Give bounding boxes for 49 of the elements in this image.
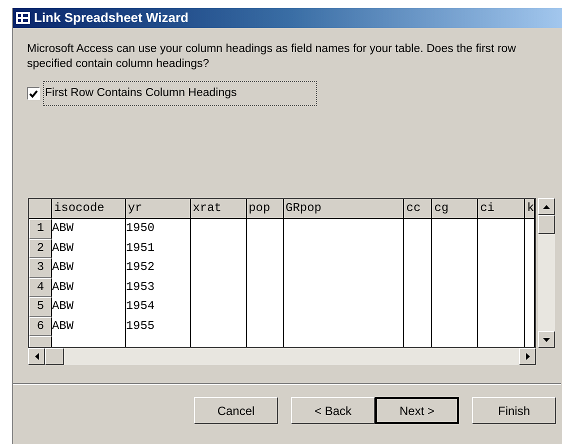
table-cell: ABW (52, 316, 126, 336)
right-arrow-icon (526, 353, 530, 360)
column-header[interactable]: isocode (52, 199, 126, 218)
left-arrow-icon (34, 353, 38, 360)
table-cell: 1954 (126, 297, 191, 316)
up-arrow-icon (543, 204, 550, 208)
check-icon (29, 90, 38, 98)
table-cell: 1955 (126, 316, 191, 336)
prompt-text: Microsoft Access can use your column headings as field names for your table. Does the first row specified contain column headings? (27, 42, 517, 72)
table-cell: 1952 (126, 258, 191, 278)
column-header[interactable]: yr (126, 199, 191, 218)
table-cell: 1950 (126, 219, 191, 238)
dialog-button[interactable]: Next > (375, 397, 459, 424)
table-cell: ABW (52, 219, 126, 238)
scroll-thumb[interactable] (538, 215, 555, 234)
dialog-button[interactable]: < Back (291, 397, 375, 424)
scroll-up-button[interactable] (538, 198, 555, 215)
row-header[interactable]: 4 (29, 278, 52, 297)
table-cell: 1951 (126, 238, 191, 258)
checkbox-label[interactable]: First Row Contains Column Headings (43, 81, 317, 106)
scroll-down-button[interactable] (538, 331, 555, 348)
down-arrow-icon (543, 338, 550, 342)
table-cell: ABW (52, 238, 126, 258)
scroll-right-button[interactable] (519, 348, 536, 365)
column-header[interactable]: cc (404, 199, 432, 218)
column-header[interactable]: GRpop (284, 199, 404, 218)
dialog-button[interactable]: Finish (472, 397, 556, 424)
column-header[interactable]: ci (478, 199, 526, 218)
table-cell: ABW (52, 278, 126, 297)
table-cell: ABW (52, 297, 126, 316)
vertical-scrollbar[interactable] (538, 198, 555, 348)
column-header[interactable]: pop (246, 199, 284, 218)
window-title: Link Spreadsheet Wizard (34, 9, 188, 28)
dialog-button[interactable]: Cancel (194, 397, 278, 424)
column-header[interactable]: k (525, 199, 535, 218)
horizontal-scrollbar[interactable] (28, 348, 536, 365)
column-header[interactable]: xrat (190, 199, 247, 218)
row-header[interactable]: 2 (29, 238, 52, 258)
row-header[interactable]: 3 (29, 258, 52, 278)
scroll-left-button[interactable] (28, 348, 45, 365)
row-header[interactable]: 6 (29, 316, 52, 336)
table-cell: ABW (52, 258, 126, 278)
row-header[interactable]: 1 (29, 219, 52, 238)
row-header[interactable]: 5 (29, 297, 52, 316)
column-header[interactable]: cg (432, 199, 478, 218)
checkbox[interactable] (27, 87, 40, 100)
scroll-thumb[interactable] (45, 348, 64, 365)
table-cell: 1953 (126, 278, 191, 297)
window-icon (16, 12, 30, 24)
